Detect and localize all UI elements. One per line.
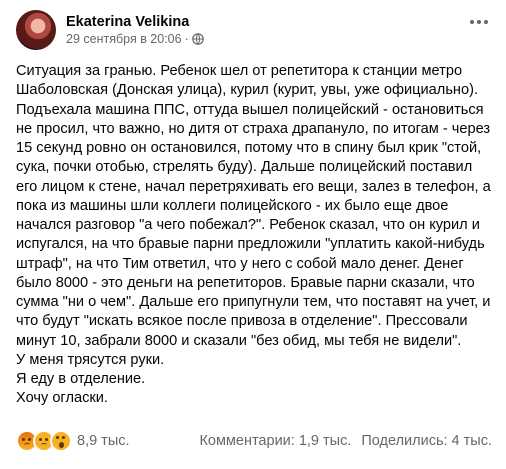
post-paragraph: Ситуация за гранью. Ребенок шел от репет…	[16, 63, 491, 349]
dot	[484, 20, 488, 24]
post-body: Ситуация за гранью. Ребенок шел от репет…	[16, 62, 496, 409]
post-line-3: Я еду в отделение.	[16, 371, 146, 387]
post-line-4: Хочу огласки.	[16, 390, 108, 407]
post-subline: 29 сентября в 20:06 ·	[66, 31, 204, 47]
author-name[interactable]: Ekaterina Velikina	[66, 13, 204, 31]
comments-count[interactable]: Комментарии: 1,9 тыс.	[199, 433, 351, 449]
post-stats: Комментарии: 1,9 тыс. Поделились: 4 тыс.	[199, 433, 492, 449]
post-footer: 8,9 тыс. Комментарии: 1,9 тыс. Поделилис…	[16, 428, 492, 454]
more-options-icon[interactable]	[470, 20, 488, 24]
dot	[470, 20, 474, 24]
shares-count[interactable]: Поделились: 4 тыс.	[361, 433, 492, 449]
reactions-summary[interactable]: 8,9 тыс.	[16, 430, 130, 452]
reaction-count[interactable]: 8,9 тыс.	[77, 433, 130, 449]
wow-icon	[50, 430, 72, 452]
globe-icon[interactable]	[191, 33, 204, 45]
post-timestamp[interactable]: 29 сентября в 20:06	[66, 31, 182, 47]
dot-separator: ·	[184, 32, 189, 46]
author-meta: Ekaterina Velikina 29 сентября в 20:06 ·	[66, 13, 204, 47]
author-avatar[interactable]	[16, 10, 56, 50]
post-header: Ekaterina Velikina 29 сентября в 20:06 ·	[16, 10, 204, 50]
dot	[477, 20, 481, 24]
post-line-2: У меня трясутся руки.	[16, 351, 165, 368]
